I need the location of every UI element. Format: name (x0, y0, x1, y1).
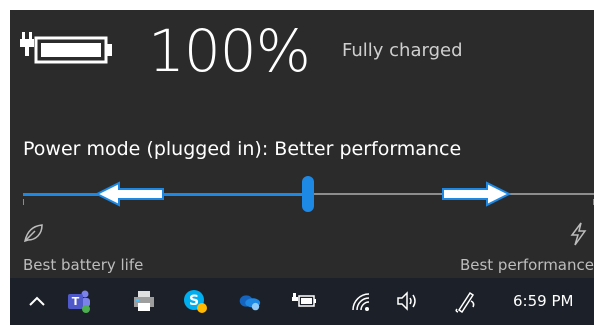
volume-icon[interactable] (394, 288, 420, 314)
battery-status-text: Fully charged (342, 40, 463, 61)
slider-tick (23, 199, 24, 205)
battery-icon[interactable] (292, 288, 318, 314)
best-performance-label: Best performance (459, 256, 594, 274)
lightning-bolt-icon (570, 222, 587, 246)
slider-track-active (23, 193, 308, 196)
right-arrow-icon (442, 181, 511, 207)
plugged-in-battery-icon (20, 32, 112, 64)
chevron-up-icon[interactable] (24, 288, 50, 314)
battery-flyout: 100% Fully charged Power mode (plugged i… (10, 10, 594, 278)
power-mode-slider[interactable] (23, 174, 594, 214)
svg-text:T: T (72, 295, 80, 308)
pen-icon[interactable] (452, 288, 478, 314)
power-mode-label: Power mode (plugged in): Better performa… (23, 138, 462, 160)
taskbar: T S 6:59 PM (10, 278, 594, 325)
onedrive-icon[interactable] (236, 288, 262, 314)
battery-percentage: 100% (148, 17, 311, 85)
wifi-icon[interactable] (348, 288, 374, 314)
slider-thumb[interactable] (302, 176, 314, 212)
left-arrow-icon (95, 181, 164, 207)
printer-icon[interactable] (131, 288, 157, 314)
skype-icon[interactable]: S (182, 288, 208, 314)
teams-icon[interactable]: T (66, 288, 92, 314)
battery-status-row: 100% Fully charged (10, 10, 594, 90)
clock-time[interactable]: 6:59 PM (513, 292, 573, 310)
best-battery-life-label: Best battery life (23, 256, 144, 274)
leaf-icon (23, 224, 43, 243)
